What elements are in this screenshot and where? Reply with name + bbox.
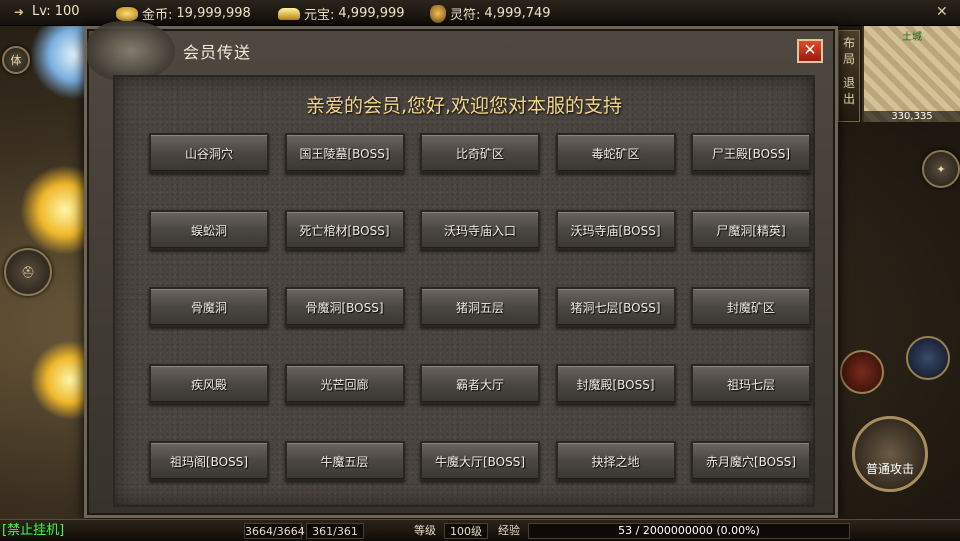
teleport-destination-button[interactable]: 国王陵墓[BOSS]	[284, 133, 405, 173]
member-teleport-dialog: 会员传送 ✕ 亲爱的会员,您好,欢迎您对本服的支持 山谷洞穴 国王陵墓[BOSS]…	[84, 21, 838, 518]
teleport-destination-button[interactable]: 沃玛寺庙[BOSS]	[555, 210, 676, 250]
teleport-destination-button[interactable]: 沃玛寺庙入口	[420, 210, 540, 250]
lingfu-display: 灵符: 4,999,749	[430, 4, 551, 23]
destination-grid: 山谷洞穴 国王陵墓[BOSS] 比奇矿区 毒蛇矿区 尸王殿[BOSS] 蜈蚣洞 死亡棺材[B…	[149, 133, 813, 481]
helmet-icon[interactable]: ⛑	[4, 248, 52, 296]
level-value: 100级	[444, 523, 488, 539]
teleport-destination-button[interactable]: 猪洞七层[BOSS]	[555, 287, 676, 327]
mp-value: 361/361	[306, 523, 364, 539]
minimap-town-label: 土城	[902, 32, 922, 43]
status-bar: [禁止挂机] 3664/3664 361/361 等级 100级 经验 53 /…	[0, 519, 960, 541]
hp-value: 3664/3664	[244, 523, 305, 539]
close-button[interactable]: ✕	[797, 39, 823, 63]
lingfu-bag-icon	[430, 4, 446, 23]
exp-label: 经验	[498, 524, 520, 537]
game-screen: 体 ⛑ ✦ 布局 退出 土城 330,335 普通攻击 ➜ Lv: 100 金币…	[0, 0, 960, 541]
teleport-destination-button[interactable]: 蜈蚣洞	[149, 210, 269, 250]
yuanbao-display: 元宝: 4,999,999	[278, 4, 405, 23]
teleport-destination-button[interactable]: 骨魔洞[BOSS]	[284, 287, 405, 327]
teleport-destination-button[interactable]: 光芒回廊	[284, 364, 405, 404]
lingfu-value: 4,999,749	[484, 6, 551, 21]
teleport-destination-button[interactable]: 尸王殿[BOSS]	[691, 133, 811, 173]
teleport-destination-button[interactable]: 山谷洞穴	[149, 133, 269, 173]
minimap-coords: 330,335	[864, 111, 960, 122]
teleport-panel: 亲爱的会员,您好,欢迎您对本服的支持 山谷洞穴 国王陵墓[BOSS] 比奇矿区 毒蛇矿…	[113, 75, 815, 507]
gold-value: 19,999,998	[176, 6, 251, 21]
attack-button[interactable]: 普通攻击	[852, 416, 928, 492]
lingfu-label: 灵符:	[450, 8, 481, 23]
autofight-toggle[interactable]: [禁止挂机]	[2, 523, 64, 539]
teleport-destination-button[interactable]: 赤月魔穴[BOSS]	[691, 441, 811, 481]
exp-text: 53 / 2000000000 (0.00%)	[618, 524, 760, 537]
welcome-message: 亲爱的会员,您好,欢迎您对本服的支持	[305, 95, 623, 117]
level-text: Lv: 100	[32, 4, 80, 19]
teleport-destination-button[interactable]: 牛魔大厅[BOSS]	[420, 441, 540, 481]
gold-display: 金币: 19,999,998	[116, 4, 251, 23]
yuanbao-label: 元宝:	[304, 8, 335, 23]
compass-icon[interactable]: ✦	[922, 150, 960, 188]
yuanbao-ingot-icon	[278, 7, 300, 20]
exit-tab[interactable]: 退出	[839, 71, 859, 111]
attack-button-label: 普通攻击	[865, 462, 914, 476]
gold-label: 金币:	[142, 8, 173, 23]
gold-coin-icon	[116, 6, 138, 21]
teleport-destination-button[interactable]: 封魔殿[BOSS]	[555, 364, 676, 404]
body-menu-button[interactable]: 体	[2, 46, 30, 74]
close-game-icon[interactable]: ✕	[936, 4, 948, 20]
dragon-ornament-icon	[87, 21, 175, 81]
dialog-titlebar: 会员传送 ✕	[87, 21, 835, 81]
teleport-destination-button[interactable]: 尸魔洞[精英]	[691, 210, 811, 250]
teleport-destination-button[interactable]: 猪洞五层	[420, 287, 540, 327]
teleport-destination-button[interactable]: 毒蛇矿区	[555, 133, 676, 173]
teleport-destination-button[interactable]: 封魔矿区	[691, 287, 811, 327]
teleport-destination-button[interactable]: 比奇矿区	[420, 133, 540, 173]
skill-sword-icon[interactable]	[906, 336, 950, 380]
expand-arrow-icon[interactable]: ➜	[14, 5, 28, 19]
teleport-destination-button[interactable]: 骨魔洞	[149, 287, 269, 327]
skill-fire-icon[interactable]	[840, 350, 884, 394]
teleport-destination-button[interactable]: 疾风殿	[149, 364, 269, 404]
minimap[interactable]: 土城 330,335	[862, 26, 960, 122]
layout-tab[interactable]: 布局	[839, 31, 859, 71]
dialog-title: 会员传送	[183, 43, 252, 62]
yuanbao-value: 4,999,999	[338, 6, 405, 21]
teleport-destination-button[interactable]: 死亡棺材[BOSS]	[284, 210, 405, 250]
level-label: 等级	[414, 524, 436, 537]
teleport-destination-button[interactable]: 霸者大厅	[420, 364, 540, 404]
teleport-destination-button[interactable]: 祖玛阁[BOSS]	[149, 441, 269, 481]
side-tabs: 布局 退出	[838, 30, 860, 122]
level-display: ➜ Lv: 100	[14, 4, 80, 19]
teleport-destination-button[interactable]: 抉择之地	[555, 441, 676, 481]
exp-bar: 53 / 2000000000 (0.00%)	[528, 523, 850, 539]
teleport-destination-button[interactable]: 祖玛七层	[691, 364, 811, 404]
teleport-destination-button[interactable]: 牛魔五层	[284, 441, 405, 481]
